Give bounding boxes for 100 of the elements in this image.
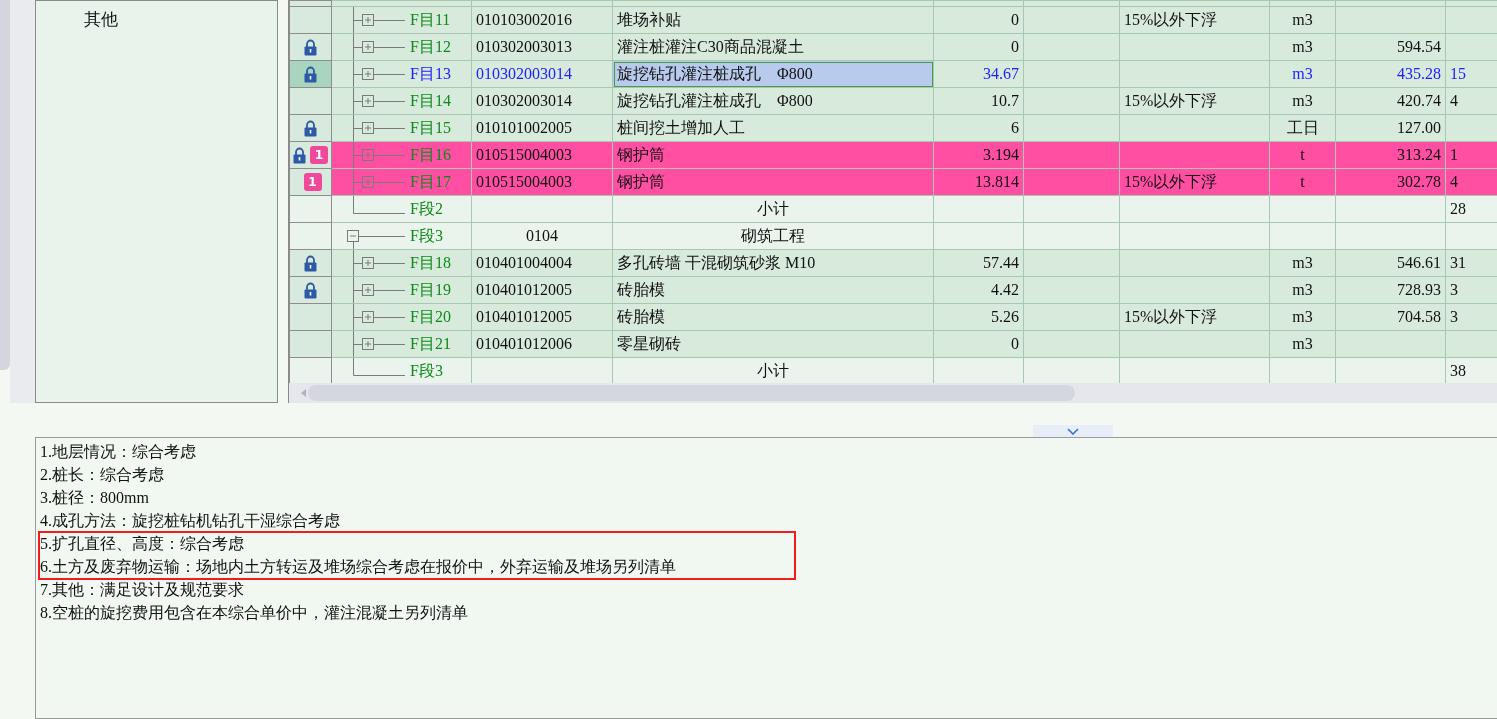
quantity-cell: 0 <box>1011 38 1019 55</box>
section-code: 0104 <box>526 227 558 244</box>
row-label[interactable]: F目11 <box>410 12 451 28</box>
code-cell: 010302003014 <box>476 65 572 82</box>
unit-cell: m3 <box>1292 281 1313 298</box>
quantity-cell: 0 <box>1011 11 1019 28</box>
count-badge: 1 <box>303 173 322 192</box>
horizontal-scrollbar[interactable] <box>289 383 1497 403</box>
name-cell: 堆场补贴 <box>617 11 681 28</box>
code-cell: 010401004004 <box>476 254 572 271</box>
total-cell: 3 <box>1450 281 1458 298</box>
unit-cell: m3 <box>1292 254 1313 271</box>
table-row[interactable]: F目14 010302003014 旋挖钻孔灌注桩成孔 Φ800 10.7 15%以外下浮 m3 420.74 4 <box>289 87 1497 115</box>
code-cell: 010515004003 <box>476 146 572 163</box>
description-line: 4.成孔方法：旋挖桩钻机钻孔干湿综合考虑 <box>40 511 341 531</box>
quantity-cell: 34.67 <box>983 65 1019 82</box>
description-text-area[interactable]: 1.地层情况：综合考虑 2.桩长：综合考虑 3.桩径：800mm 4.成孔方法：旋挖桩钻机钻孔干湿综合考虑 5.扩孔直径、高度：综合考虑 6.土方及废弃物运输：场地内土方转运及堆场综合考虑在报价中，外弃运输及堆场另列清单 7.其他：满足设计及规范要求 8.空桩的旋挖费用包含在本综合单价中，灌注混凝土另列清单 <box>35 437 1497 719</box>
price-cell: 313.24 <box>1397 146 1441 163</box>
row-label[interactable]: F目15 <box>410 120 451 136</box>
unit-cell: m3 <box>1292 65 1313 82</box>
price-cell: 302.78 <box>1397 173 1441 190</box>
table-row[interactable]: F目11 010103002016 堆场补贴 0 15%以外下浮 m3 <box>289 6 1497 34</box>
row-label[interactable]: F目13 <box>410 66 451 82</box>
count-badge: 1 <box>310 146 328 165</box>
row-label[interactable]: F段3 <box>410 363 443 379</box>
price-cell: 420.74 <box>1397 92 1441 109</box>
table-row[interactable]: F目13 010302003014 旋挖钻孔灌注桩成孔 Φ800 34.67 m3 435.28 15 <box>289 60 1497 88</box>
row-label[interactable]: F目18 <box>410 255 451 271</box>
code-cell: 010103002016 <box>476 11 572 28</box>
price-cell: 594.54 <box>1397 38 1441 55</box>
note-cell: 15%以外下浮 <box>1124 173 1218 190</box>
code-cell: 010401012006 <box>476 335 572 352</box>
description-line: 5.扩孔直径、高度：综合考虑 <box>40 534 245 554</box>
row-label[interactable]: F目19 <box>410 282 451 298</box>
code-cell: 010401012005 <box>476 281 572 298</box>
name-cell: 灌注桩灌注C30商品混凝土 <box>617 38 804 55</box>
unit-cell: m3 <box>1292 38 1313 55</box>
table-row[interactable]: F目21 010401012006 零星砌砖 0 m3 <box>289 330 1497 358</box>
quantity-cell: 6 <box>1011 119 1019 136</box>
table-row[interactable]: F目20 010401012005 砖胎模 5.26 15%以外下浮 m3 704.58 3 <box>289 303 1497 331</box>
code-cell: 010302003013 <box>476 38 572 55</box>
row-label[interactable]: F目12 <box>410 39 451 55</box>
chevron-down-icon <box>1067 427 1079 435</box>
code-cell: 010401012005 <box>476 308 572 325</box>
note-cell: 15%以外下浮 <box>1124 308 1218 325</box>
table-row[interactable]: F目15 010101002005 桩间挖土增加人工 6 工日 127.00 <box>289 114 1497 142</box>
total-cell: 15 <box>1450 65 1466 82</box>
subtotal-label: 小计 <box>757 362 789 379</box>
name-cell: 钢护筒 <box>617 173 665 190</box>
scrollbar[interactable] <box>0 0 10 370</box>
price-cell: 546.61 <box>1397 254 1441 271</box>
table-row[interactable]: F目19 010401012005 砖胎模 4.42 m3 728.93 3 <box>289 276 1497 304</box>
note-cell: 15%以外下浮 <box>1124 11 1218 28</box>
quantity-cell: 5.26 <box>991 308 1019 325</box>
description-line: 6.土方及废弃物运输：场地内土方转运及堆场综合考虑在报价中，外弃运输及堆场另列清单 <box>40 557 677 577</box>
code-cell: 010302003014 <box>476 92 572 109</box>
flagged-row[interactable]: 1 F目16 010515004003 钢护筒 3.194 t 313.24 1 <box>289 141 1497 169</box>
row-label[interactable]: F目14 <box>410 93 451 109</box>
section-title: 砌筑工程 <box>741 227 805 244</box>
name-cell: 零星砌砖 <box>617 335 681 352</box>
total-cell: 1 <box>1450 146 1458 163</box>
description-line: 1.地层情况：综合考虑 <box>40 442 197 462</box>
quantity-cell: 57.44 <box>983 254 1019 271</box>
subtotal-label: 小计 <box>757 200 789 217</box>
total-cell: 4 <box>1450 173 1458 190</box>
price-cell: 435.28 <box>1397 65 1441 82</box>
table-row[interactable]: F目18 010401004004 多孔砖墙 干混砌筑砂浆 M10 57.44 m3 546.61 31 <box>289 249 1497 277</box>
flagged-row[interactable]: 1 F目17 010515004003 钢护筒 13.814 15%以外下浮 t 302.78 4 <box>289 168 1497 196</box>
price-cell: 704.58 <box>1397 308 1441 325</box>
unit-cell: t <box>1300 146 1305 163</box>
unit-cell: m3 <box>1292 11 1313 28</box>
row-label[interactable]: F目21 <box>410 336 451 352</box>
unit-cell: t <box>1300 173 1305 190</box>
table-row[interactable]: F目12 010302003013 灌注桩灌注C30商品混凝土 0 m3 594.54 <box>289 33 1497 61</box>
unit-cell: m3 <box>1292 335 1313 352</box>
row-label[interactable]: F目20 <box>410 309 451 325</box>
total-cell: 28 <box>1450 200 1466 217</box>
quantity-cell: 3.194 <box>983 146 1019 163</box>
row-label[interactable]: F段3 <box>410 228 443 244</box>
quantity-cell: 13.814 <box>975 173 1019 190</box>
row-label[interactable]: F段2 <box>410 201 443 217</box>
name-cell: 砖胎模 <box>617 308 665 325</box>
collapse-toggle-button[interactable] <box>1033 425 1113 437</box>
description-line: 2.桩长：综合考虑 <box>40 465 165 485</box>
note-cell: 15%以外下浮 <box>1124 92 1218 109</box>
total-cell: 38 <box>1450 362 1466 379</box>
price-cell: 127.00 <box>1397 119 1441 136</box>
name-cell: 桩间挖土增加人工 <box>617 119 745 136</box>
quantity-cell: 4.42 <box>991 281 1019 298</box>
description-line: 7.其他：满足设计及规范要求 <box>40 580 245 600</box>
code-cell: 010101002005 <box>476 119 572 136</box>
name-cell: 砖胎模 <box>617 281 665 298</box>
scroll-left-icon[interactable] <box>301 389 306 397</box>
total-cell: 4 <box>1450 92 1458 109</box>
total-cell: 31 <box>1450 254 1466 271</box>
price-cell: 728.93 <box>1397 281 1441 298</box>
name-cell: 钢护筒 <box>617 146 665 163</box>
row-selector[interactable] <box>289 60 332 88</box>
quantity-cell: 0 <box>1011 335 1019 352</box>
description-line: 3.桩径：800mm <box>40 488 150 508</box>
